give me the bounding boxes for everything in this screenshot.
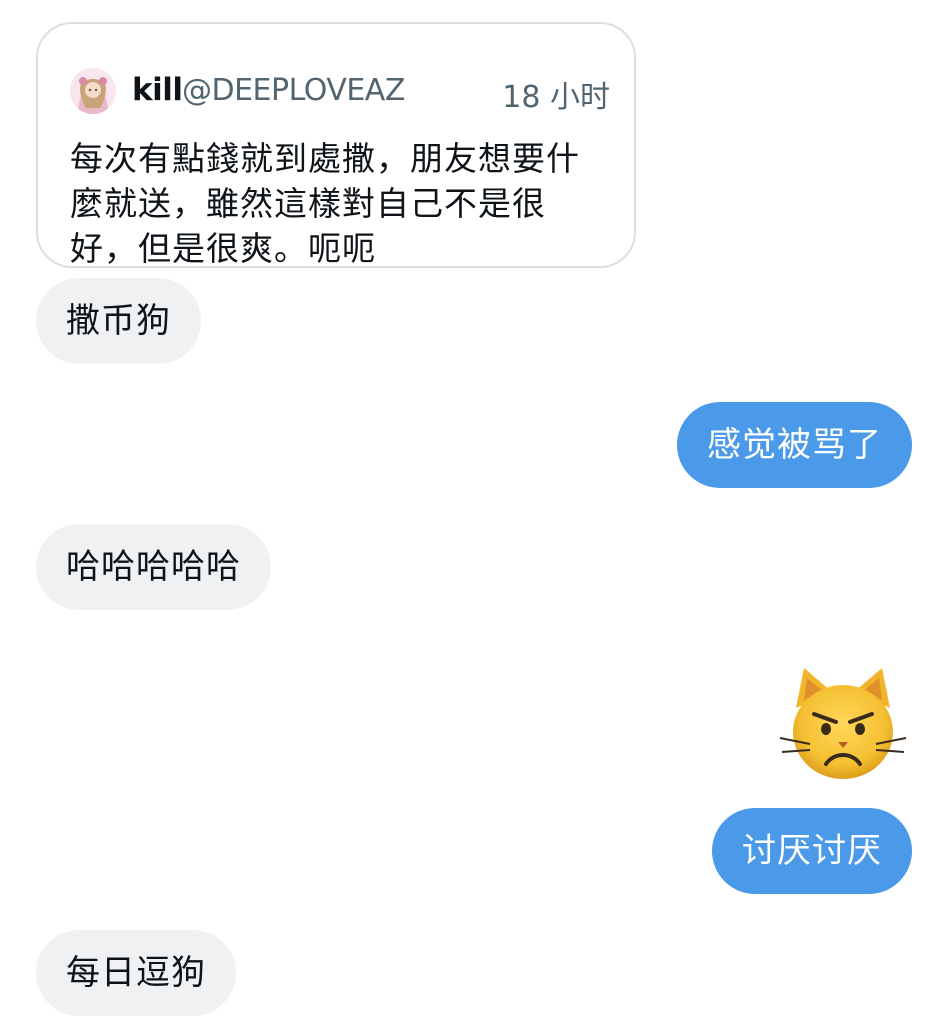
quoted-post-card[interactable]: kill @DEEPLOVEAZ 18 小时 每次有點錢就到處撒，朋友想要什麼就… (36, 22, 636, 268)
message-text: 撒币狗 (66, 301, 171, 341)
outgoing-emoji-message[interactable] (778, 662, 908, 784)
outgoing-message-bubble[interactable]: 讨厌讨厌 (712, 808, 912, 894)
outgoing-message-bubble[interactable]: 感觉被骂了 (677, 402, 912, 488)
message-text: 感觉被骂了 (707, 425, 882, 465)
quoted-post-text: 每次有點錢就到處撒，朋友想要什麼就送，雖然這樣對自己不是很好，但是很爽。呃呃 (70, 139, 580, 268)
avatar[interactable] (70, 68, 116, 114)
message-text: 哈哈哈哈哈 (66, 547, 241, 587)
quoted-post-header: kill @DEEPLOVEAZ 18 小时 (70, 68, 610, 120)
incoming-message-bubble[interactable]: 哈哈哈哈哈 (36, 524, 271, 610)
pouting-cat-face-icon (779, 668, 907, 779)
post-timestamp: 18 小时 (502, 80, 610, 115)
avatar-image-icon (70, 68, 116, 114)
author-handle[interactable]: @DEEPLOVEAZ (182, 73, 405, 108)
incoming-message-bubble[interactable]: 撒币狗 (36, 278, 201, 364)
message-text: 讨厌讨厌 (742, 831, 882, 871)
author-name[interactable]: kill (132, 72, 183, 108)
incoming-message-bubble[interactable]: 每日逗狗 (36, 930, 236, 1016)
message-text: 每日逗狗 (66, 953, 206, 993)
